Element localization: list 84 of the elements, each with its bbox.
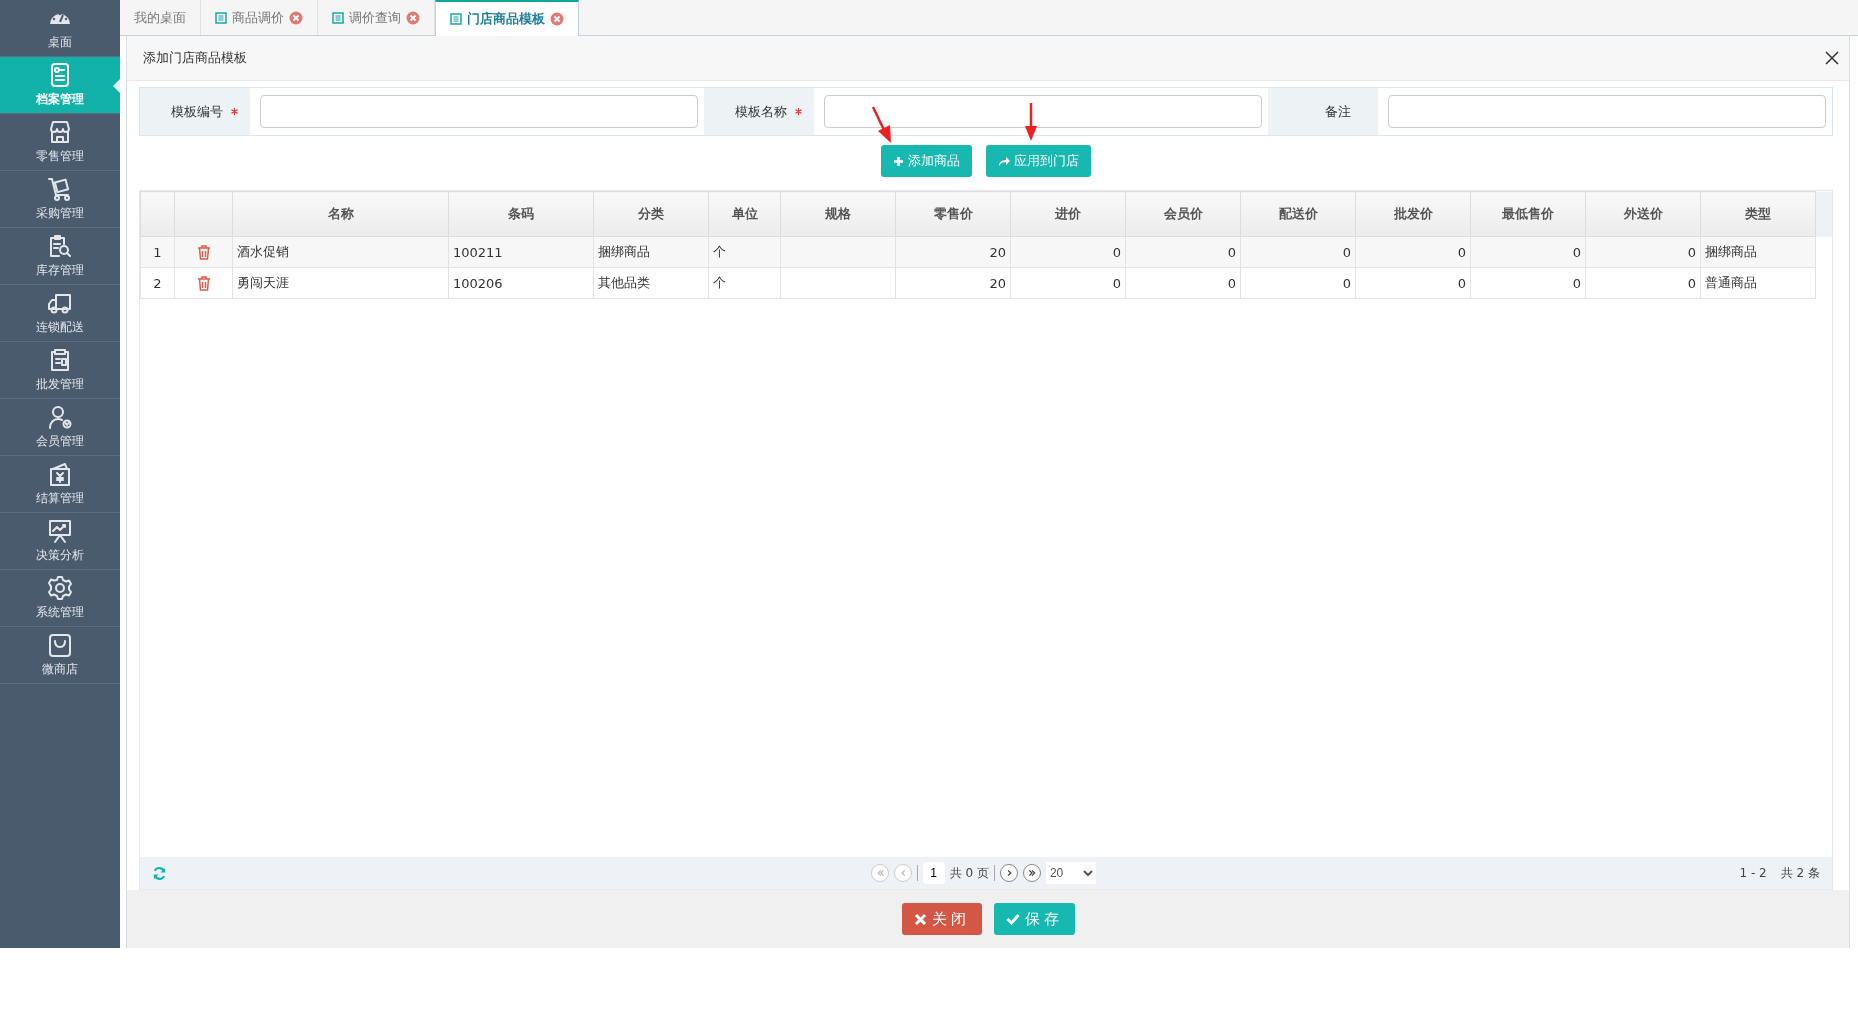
tab-label: 门店商品模板: [467, 10, 545, 28]
table-cell: 100211: [448, 236, 594, 268]
table-cell: 其他品类: [593, 267, 709, 299]
check-icon: [1005, 913, 1020, 925]
last-page-button[interactable]: [1022, 864, 1041, 882]
chart-board-icon: [47, 518, 73, 544]
bag-icon: [47, 632, 73, 658]
page-count: 共 0 页: [949, 864, 989, 882]
clipboard-search-icon: [47, 233, 73, 259]
table-cell: 0: [1010, 267, 1126, 299]
person-icon: [47, 404, 73, 430]
table-cell: 酒水促销: [232, 236, 449, 268]
trash-icon[interactable]: [196, 245, 211, 260]
column-header: 条码: [448, 191, 594, 237]
table-cell: 0: [1585, 267, 1701, 299]
store-icon: [47, 119, 73, 145]
table-cell: 0: [1125, 236, 1241, 268]
required-icon: [231, 108, 238, 115]
plus-icon: [893, 155, 904, 167]
input-field[interactable]: [260, 95, 698, 128]
table-cell: 0: [1240, 267, 1356, 299]
cart-icon: [47, 176, 73, 202]
pointer-arrow: [871, 106, 891, 143]
column-header: 名称: [232, 191, 449, 237]
row-number: 1: [140, 236, 175, 268]
table-cell: 0: [1125, 267, 1241, 299]
list-icon: [215, 11, 227, 24]
input-field[interactable]: [824, 95, 1262, 128]
share-arrow-icon: [998, 155, 1010, 167]
tab[interactable]: 商品调价: [201, 0, 318, 35]
table-cell: 0: [1240, 236, 1356, 268]
tab-label: 调价查询: [349, 8, 401, 27]
column-header: 进价: [1010, 191, 1126, 237]
column-header: 最低售价: [1470, 191, 1586, 237]
dialog-title: 添加门店商品模板: [143, 49, 247, 67]
column-header: 外送价: [1585, 191, 1701, 237]
table-cell: 捆绑商品: [1700, 236, 1816, 268]
table-cell: 0: [1355, 267, 1471, 299]
tab[interactable]: 门店商品模板: [435, 0, 579, 36]
input-field[interactable]: [1388, 95, 1826, 128]
column-header: 零售价: [895, 191, 1011, 237]
table-cell: 普通商品: [1700, 267, 1816, 299]
pointer-arrow: [1025, 103, 1037, 141]
field-label: 模板编号: [171, 102, 223, 121]
column-header: 批发价: [1355, 191, 1471, 237]
table-cell: 0: [1010, 236, 1126, 268]
record-range: 1 - 2: [1739, 866, 1767, 880]
field-label: 模板名称: [735, 102, 787, 121]
list-icon: [332, 11, 344, 24]
page-input[interactable]: 1: [922, 862, 945, 884]
column-header: 配送价: [1240, 191, 1356, 237]
column-header: 规格: [780, 191, 896, 237]
column-header: 类型: [1700, 191, 1816, 237]
column-header: 会员价: [1125, 191, 1241, 237]
close-button[interactable]: 关闭: [901, 903, 982, 935]
tab[interactable]: 我的桌面: [120, 0, 201, 35]
tab-label: 我的桌面: [134, 8, 186, 27]
page-size-select[interactable]: 20: [1045, 862, 1096, 884]
table-cell: 个: [708, 236, 781, 268]
table-cell: 100206: [448, 267, 594, 299]
close-icon: [913, 912, 927, 926]
table-cell: 0: [1470, 267, 1586, 299]
trash-icon[interactable]: [196, 276, 211, 291]
required-icon: [795, 108, 802, 115]
settings-icon: [47, 575, 73, 601]
table-cell: 勇闯天涯: [232, 267, 449, 299]
record-total: 共 2 条: [1780, 864, 1820, 882]
column-header: 分类: [593, 191, 709, 237]
next-page-button[interactable]: [999, 864, 1018, 882]
table-cell: 个: [708, 267, 781, 299]
refresh-icon[interactable]: [152, 865, 167, 881]
table-cell: 0: [1355, 236, 1471, 268]
table-cell: 0: [1470, 236, 1586, 268]
table-cell: 捆绑商品: [593, 236, 709, 268]
table-cell: 0: [1585, 236, 1701, 268]
wallet-icon: [47, 461, 73, 487]
field-label: 备注: [1325, 102, 1351, 121]
row-number: 2: [140, 267, 175, 299]
table-cell: 20: [895, 267, 1011, 299]
close-icon[interactable]: [1825, 51, 1839, 65]
table-cell: 20: [895, 236, 1011, 268]
tab-label: 商品调价: [232, 8, 284, 27]
list-icon: [450, 13, 462, 25]
column-header: 单位: [708, 191, 781, 237]
